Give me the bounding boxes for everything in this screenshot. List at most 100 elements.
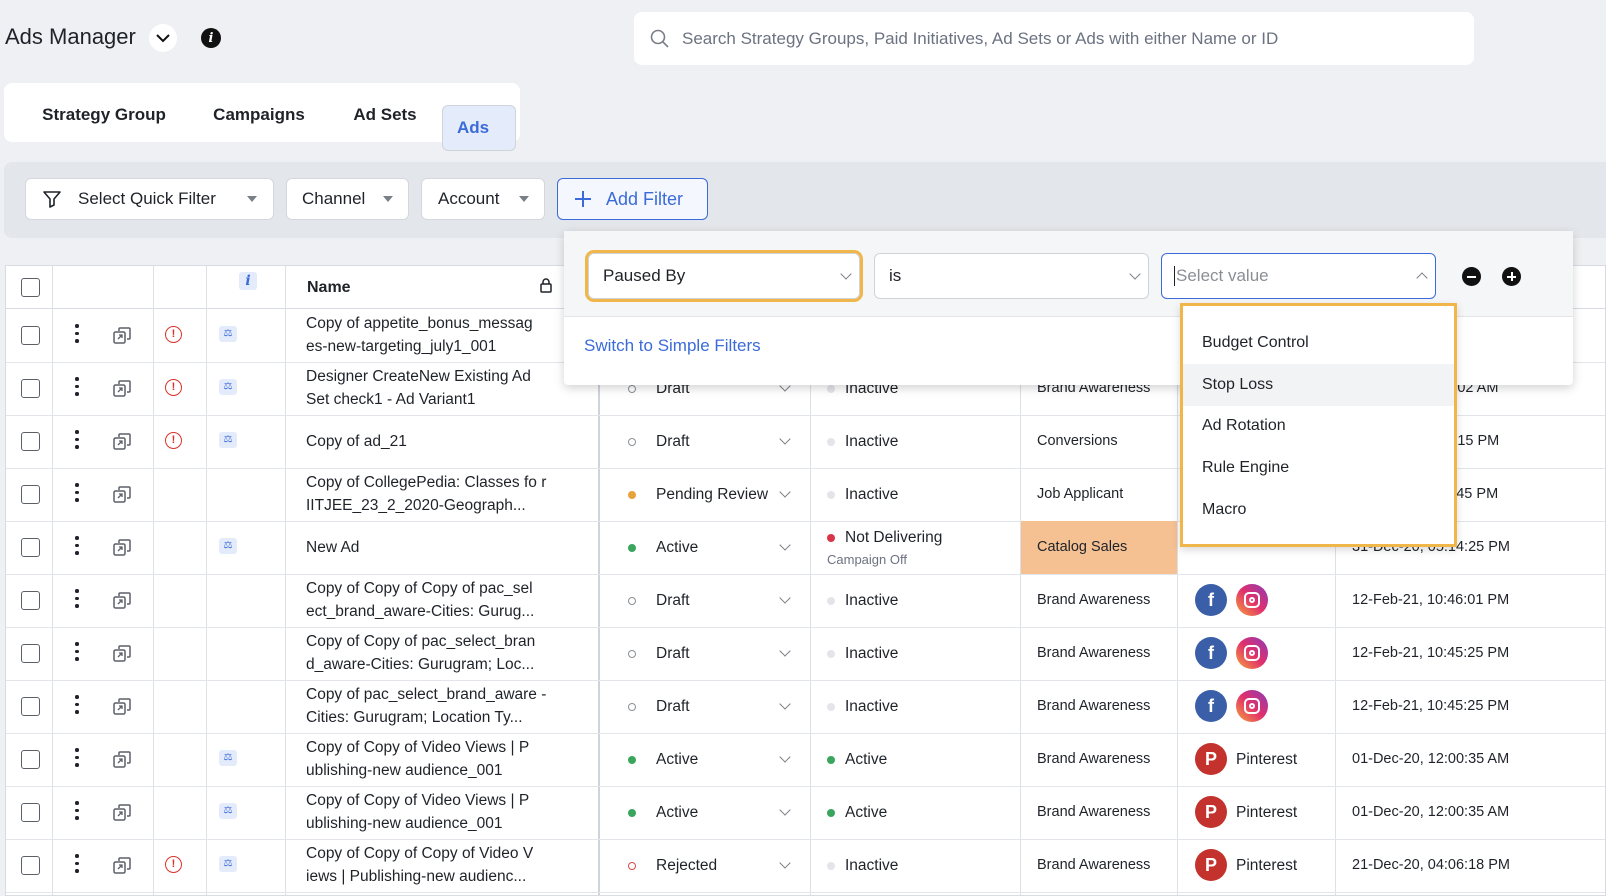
delivery-dot-icon [827,756,835,764]
ad-name[interactable]: Copy of Copy of pac_select_bran d_aware-… [306,630,551,676]
preview-icon[interactable] [113,804,131,821]
remove-condition-icon[interactable] [1462,267,1481,286]
add-condition-icon[interactable] [1502,267,1521,286]
option-rule-engine[interactable]: Rule Engine [1183,447,1454,489]
filter-field-select[interactable]: Paused By [585,250,863,302]
ad-name[interactable]: Copy of ad_21 [306,430,551,453]
status-chevron-icon[interactable] [779,539,791,551]
add-filter-button[interactable]: Add Filter [557,178,708,220]
more-options-icon[interactable] [75,801,79,823]
delivery-dot-icon [827,534,835,542]
ad-name[interactable]: Copy of pac_select_brand_aware -Cities: … [306,683,551,729]
warning-icon[interactable]: ! [165,856,182,873]
more-options-icon[interactable] [75,695,79,717]
preview-icon[interactable] [113,486,131,503]
info-icon[interactable]: i [201,28,221,48]
channel-filter-dropdown[interactable]: Channel [286,178,409,220]
status-chevron-icon[interactable] [779,433,791,445]
ad-name[interactable]: Copy of appetite_bonus_messag es-new-tar… [306,312,551,358]
more-options-icon[interactable] [75,748,79,770]
row-checkbox[interactable] [21,432,40,451]
row-checkbox[interactable] [21,856,40,875]
table-row[interactable]: ⚖ Copy of Copy of Video Views | P ublishi… [6,733,1605,787]
status-label: Draft [656,645,690,662]
ad-name[interactable]: Copy of CollegePedia: Classes fo r IITJE… [306,471,551,517]
row-checkbox[interactable] [21,591,40,610]
row-checkbox[interactable] [21,697,40,716]
more-options-icon[interactable] [75,642,79,664]
caret-down-icon [383,196,393,202]
name-column-header[interactable]: Name [307,276,351,299]
delivery-label: Not Delivering [845,529,943,546]
more-options-icon[interactable] [75,483,79,505]
info-column-icon: i [239,272,257,290]
row-checkbox[interactable] [21,485,40,504]
filter-operator-select[interactable]: is [874,253,1149,299]
option-ad-rotation[interactable]: Ad Rotation [1183,405,1454,447]
more-options-icon[interactable] [75,377,79,399]
table-row[interactable]: Copy of Copy of Copy of pac_sel ect_bran… [6,574,1605,628]
table-row[interactable]: ⚖ Copy of Copy of Video Views | P ublishi… [6,786,1605,840]
status-label: Draft [656,433,690,450]
table-row[interactable]: ! ⚖ Copy of Copy of Copy of Video V iews |… [6,839,1605,893]
facebook-icon: f [1195,584,1227,616]
tab-campaigns[interactable]: Campaigns [196,94,322,136]
row-checkbox[interactable] [21,803,40,822]
more-options-icon[interactable] [75,536,79,558]
preview-icon[interactable] [113,380,131,397]
ad-name[interactable]: New Ad [306,536,551,559]
option-budget-control[interactable]: Budget Control [1183,322,1454,364]
ad-name[interactable]: Copy of Copy of Copy of Video V iews | P… [306,842,551,888]
switch-to-simple-filters-link[interactable]: Switch to Simple Filters [584,336,761,356]
status-chevron-icon[interactable] [779,645,791,657]
status-dot-icon [628,491,636,499]
tab-strategy-group[interactable]: Strategy Group [22,94,186,136]
filter-value-select[interactable]: Select value [1161,253,1436,299]
tab-ad-sets[interactable]: Ad Sets [334,94,436,136]
option-stop-loss[interactable]: Stop Loss [1183,364,1454,406]
more-options-icon[interactable] [75,589,79,611]
ad-name[interactable]: Copy of Copy of Copy of pac_sel ect_bran… [306,577,551,623]
option-macro[interactable]: Macro [1183,489,1454,531]
status-chevron-icon[interactable] [779,486,791,498]
search-placeholder: Search Strategy Groups, Paid Initiatives… [682,28,1279,48]
preview-icon[interactable] [113,592,131,609]
warning-icon[interactable]: ! [165,379,182,396]
search-input[interactable]: Search Strategy Groups, Paid Initiatives… [634,12,1474,65]
ad-name[interactable]: Copy of Copy of Video Views | P ublishin… [306,789,551,835]
preview-icon[interactable] [113,327,131,344]
preview-icon[interactable] [113,433,131,450]
delivery-label: Inactive [845,645,899,662]
row-checkbox[interactable] [21,750,40,769]
warning-icon[interactable]: ! [165,432,182,449]
preview-icon[interactable] [113,645,131,662]
table-row[interactable]: Copy of pac_select_brand_aware -Cities: … [6,680,1605,734]
row-checkbox[interactable] [21,538,40,557]
status-chevron-icon[interactable] [779,804,791,816]
table-row[interactable]: Copy of Copy of pac_select_bran d_aware-… [6,627,1605,681]
row-checkbox[interactable] [21,379,40,398]
row-checkbox[interactable] [21,326,40,345]
warning-icon[interactable]: ! [165,326,182,343]
row-checkbox[interactable] [21,644,40,663]
status-chevron-icon[interactable] [779,857,791,869]
ad-name[interactable]: Designer CreateNew Existing Ad Set check… [306,365,551,411]
more-options-icon[interactable] [75,324,79,346]
tab-ads[interactable]: Ads [442,105,516,151]
more-options-icon[interactable] [75,854,79,876]
quick-filter-dropdown[interactable]: Select Quick Filter [25,178,274,220]
status-chevron-icon[interactable] [779,592,791,604]
status-chevron-icon[interactable] [779,698,791,710]
account-filter-dropdown[interactable]: Account [421,178,545,220]
select-all-checkbox[interactable] [21,278,40,297]
more-options-icon[interactable] [75,430,79,452]
preview-icon[interactable] [113,539,131,556]
status-label: Active [656,539,699,556]
preview-icon[interactable] [113,698,131,715]
preview-icon[interactable] [113,857,131,874]
facebook-icon: f [1195,690,1227,722]
app-switcher-chevron-icon[interactable] [149,24,177,52]
preview-icon[interactable] [113,751,131,768]
status-chevron-icon[interactable] [779,751,791,763]
ad-name[interactable]: Copy of Copy of Video Views | P ublishin… [306,736,551,782]
